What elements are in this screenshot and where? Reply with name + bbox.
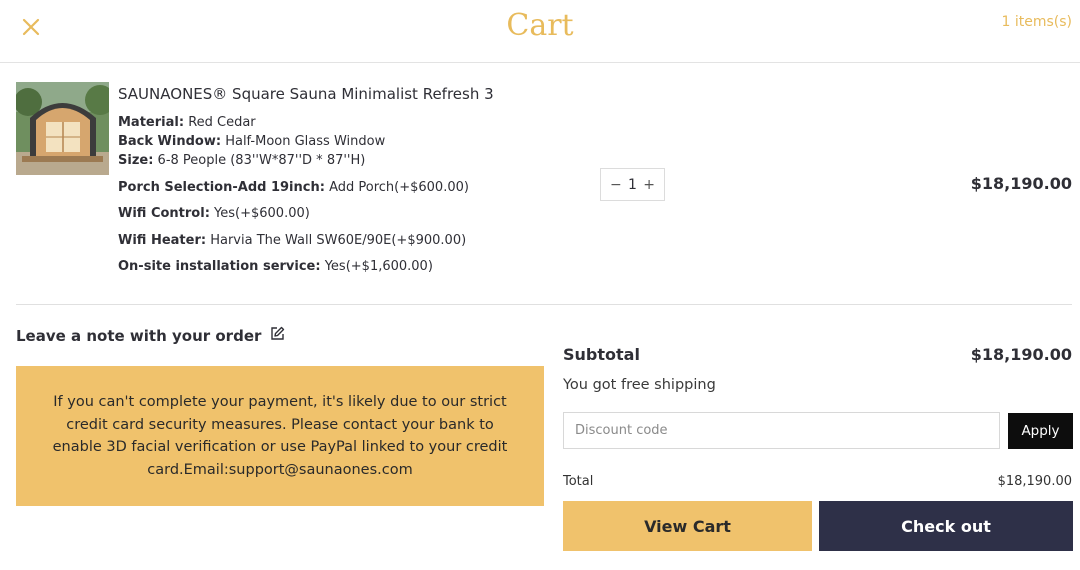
shipping-status: You got free shipping (563, 377, 716, 393)
quantity-stepper: − 1 + (600, 168, 665, 201)
option-value: Half-Moon Glass Window (225, 134, 386, 149)
order-note-label: Leave a note with your order (16, 326, 262, 345)
edit-icon (270, 326, 285, 345)
option-label: Material: (118, 115, 185, 130)
subtotal-label: Subtotal (563, 345, 640, 364)
payment-notice-text: If you can't complete your payment, it's… (52, 394, 508, 478)
product-option-size: Size: 6-8 People (83''W*87''D * 87''H) (118, 153, 365, 168)
sauna-product-image[interactable] (16, 82, 109, 175)
discount-code-input[interactable] (563, 412, 1000, 449)
option-value: Add Porch(+$600.00) (329, 180, 469, 195)
product-option-back-window: Back Window: Half-Moon Glass Window (118, 134, 385, 149)
product-option-wifi-control: Wifi Control: Yes(+$600.00) (118, 206, 310, 221)
quantity-decrease-button[interactable]: − (610, 177, 622, 193)
option-value: Red Cedar (188, 115, 256, 130)
line-item-price: $18,190.00 (970, 174, 1072, 193)
page-title: Cart (506, 8, 574, 43)
cart-header: Cart 1 items(s) (0, 0, 1080, 63)
quantity-value[interactable]: 1 (628, 177, 637, 193)
items-count-badge: 1 items(s) (1001, 14, 1073, 30)
total-value: $18,190.00 (997, 474, 1072, 489)
option-label: Back Window: (118, 134, 222, 149)
view-cart-button[interactable]: View Cart (563, 501, 812, 551)
apply-discount-button[interactable]: Apply (1008, 413, 1073, 449)
product-option-material: Material: Red Cedar (118, 115, 256, 130)
product-option-wifi-heater: Wifi Heater: Harvia The Wall SW60E/90E(+… (118, 233, 466, 248)
product-option-porch: Porch Selection-Add 19inch: Add Porch(+$… (118, 180, 469, 195)
option-label: Size: (118, 153, 154, 168)
option-value: Harvia The Wall SW60E/90E(+$900.00) (210, 233, 467, 248)
total-label: Total (563, 474, 594, 489)
option-label: Porch Selection-Add 19inch: (118, 180, 325, 195)
checkout-button[interactable]: Check out (819, 501, 1073, 551)
payment-notice: If you can't complete your payment, it's… (16, 366, 544, 506)
option-label: Wifi Heater: (118, 233, 207, 248)
order-note-toggle[interactable]: Leave a note with your order (16, 326, 285, 345)
product-option-installation: On-site installation service: Yes(+$1,60… (118, 259, 433, 274)
divider (16, 304, 1072, 305)
option-label: Wifi Control: (118, 206, 210, 221)
quantity-increase-button[interactable]: + (643, 177, 655, 193)
option-value: Yes(+$1,600.00) (324, 259, 433, 274)
option-label: On-site installation service: (118, 259, 321, 274)
subtotal-value: $18,190.00 (970, 345, 1072, 364)
option-value: Yes(+$600.00) (214, 206, 310, 221)
option-value: 6-8 People (83''W*87''D * 87''H) (157, 153, 366, 168)
product-name[interactable]: SAUNAONES® Square Sauna Minimalist Refre… (118, 85, 494, 103)
